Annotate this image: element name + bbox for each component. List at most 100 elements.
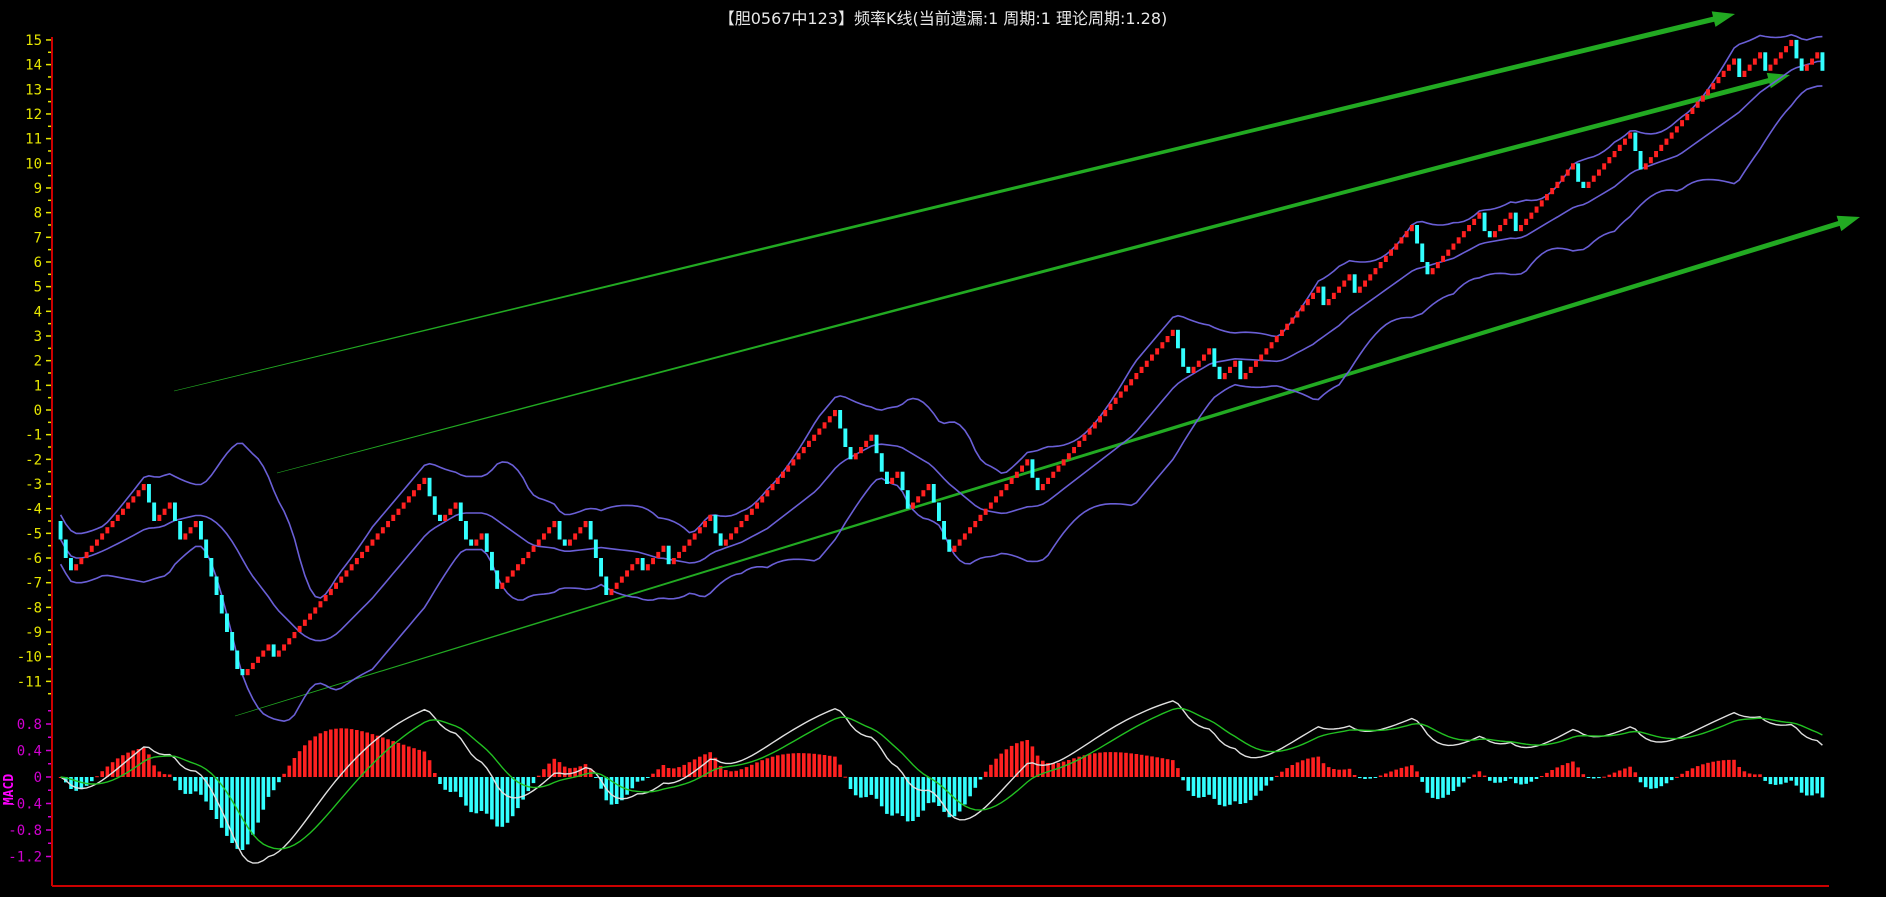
candle-up — [339, 576, 344, 583]
macd-histogram-bar — [167, 774, 172, 777]
price-tick-label: 5 — [34, 280, 42, 296]
macd-histogram-bar — [193, 777, 198, 792]
candle-down — [1035, 477, 1040, 491]
candle-up — [1160, 342, 1165, 349]
macd-histogram-bar — [329, 729, 333, 777]
candle-up — [682, 545, 687, 552]
macd-histogram-bar — [1280, 771, 1284, 777]
macd-histogram-bar — [1430, 777, 1435, 798]
price-tick-label: -6 — [25, 551, 42, 567]
candle-up — [334, 582, 338, 589]
macd-tick-label: -0.8 — [8, 823, 42, 839]
macd-histogram-bar — [1456, 777, 1461, 787]
candle-up — [474, 539, 479, 546]
macd-histogram-bar — [1763, 777, 1767, 781]
candle-down — [469, 539, 474, 546]
macd-histogram-bar — [1732, 759, 1736, 777]
candle-up — [401, 502, 406, 509]
candle-up — [703, 521, 707, 528]
macd-histogram-bar — [1508, 777, 1513, 779]
macd-histogram-bar — [770, 756, 775, 777]
candle-up — [453, 502, 458, 509]
macd-histogram-bar — [1706, 762, 1710, 777]
candle-up — [723, 539, 728, 546]
candle-up — [578, 527, 583, 534]
candle-up — [1056, 465, 1061, 472]
candle-up — [609, 588, 614, 596]
trend-arrow — [276, 72, 1790, 474]
macd-histogram-bar — [1202, 777, 1206, 797]
macd-histogram-bar — [807, 753, 811, 777]
macd-histogram-bar — [1373, 777, 1378, 778]
candle-up — [1602, 163, 1607, 170]
candle-up — [781, 471, 785, 478]
macd-histogram-bar — [297, 751, 302, 777]
macd-histogram-bar — [651, 773, 655, 777]
macd-histogram-bar — [1171, 760, 1175, 777]
macd-histogram-bar — [614, 777, 619, 804]
candle-up — [962, 533, 967, 540]
candle-up — [1046, 477, 1050, 484]
candle-up — [1550, 188, 1555, 195]
macd-histogram-bar — [1742, 771, 1747, 777]
candle-down — [838, 410, 843, 429]
macd-histogram-bar — [1113, 752, 1118, 777]
candle-up — [630, 564, 635, 571]
macd-histogram-bar — [1773, 777, 1778, 785]
candle-up — [859, 447, 863, 454]
candle-up — [853, 453, 858, 460]
macd-histogram-bar — [994, 758, 998, 777]
candle-up — [526, 551, 531, 559]
candle-up — [1051, 471, 1056, 478]
candle-up — [1519, 225, 1523, 232]
macd-histogram-bar — [1539, 776, 1544, 777]
candle-down — [1737, 58, 1742, 77]
macd-histogram-bar — [1217, 777, 1222, 805]
macd-histogram-bar — [640, 777, 645, 781]
candle-up — [822, 422, 827, 429]
candle-up — [1347, 274, 1352, 281]
candle-up — [344, 570, 349, 577]
macd-histogram-bar — [1326, 767, 1331, 777]
candle-up — [988, 502, 993, 509]
candle-down — [879, 453, 884, 472]
macd-histogram-bar — [1155, 757, 1159, 777]
macd-histogram-bar — [1191, 777, 1196, 796]
macd-histogram-bar — [1779, 777, 1783, 785]
candle-down — [271, 644, 276, 657]
candle-up — [755, 502, 759, 509]
macd-histogram-bar — [136, 749, 141, 777]
macd-histogram-bar — [1129, 753, 1133, 777]
macd-histogram-bar — [1181, 777, 1185, 781]
candle-up — [619, 576, 624, 583]
macd-histogram-bar — [1337, 769, 1341, 777]
candle-down — [1030, 459, 1035, 478]
macd-histogram-bar — [90, 777, 94, 782]
macd-histogram-bar — [84, 777, 89, 786]
candle-up — [1311, 292, 1315, 299]
macd-histogram-bar — [1649, 777, 1653, 789]
macd-histogram-bar — [661, 765, 666, 777]
macd-histogram-bar — [672, 768, 676, 777]
candle-up — [775, 477, 780, 484]
candle-down — [204, 539, 209, 558]
candle-up — [1269, 342, 1274, 349]
macd-histogram-bar — [765, 758, 770, 777]
macd-histogram-bar — [1815, 777, 1819, 794]
macd-histogram-bar — [1212, 777, 1217, 799]
candle-up — [1435, 262, 1440, 269]
macd-histogram-bar — [1145, 755, 1149, 777]
candle-up — [1280, 329, 1284, 336]
macd-histogram-bar — [277, 777, 281, 783]
macd-histogram-bar — [1685, 770, 1690, 777]
macd-histogram-bar — [838, 764, 842, 777]
macd-histogram-bar — [1306, 758, 1310, 777]
macd-histogram-bar — [802, 753, 806, 777]
macd-histogram-bar — [261, 777, 266, 810]
macd-histogram-bar — [656, 769, 660, 777]
macd-histogram-bar — [869, 777, 874, 795]
macd-histogram-bar — [848, 777, 853, 789]
candle-up — [1222, 373, 1227, 380]
candle-down — [557, 521, 562, 540]
macd-histogram-bar — [729, 771, 733, 777]
